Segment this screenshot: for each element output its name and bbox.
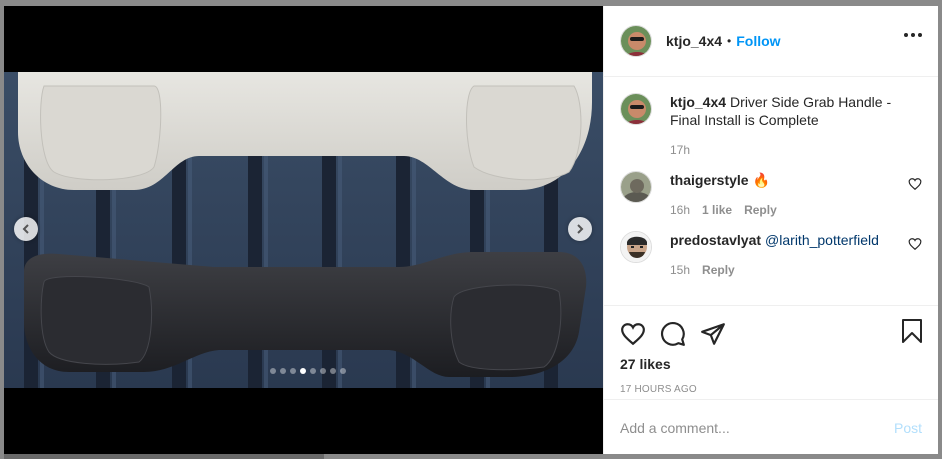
comment-item: predostavlyat @larith_potterfield 15h Rep… <box>620 231 922 277</box>
comment-username[interactable]: thaigerstyle <box>670 172 749 188</box>
like-count[interactable]: 27 likes <box>620 356 922 372</box>
commenter-avatar[interactable] <box>620 231 652 263</box>
share-icon[interactable] <box>700 321 726 347</box>
reply-button[interactable]: Reply <box>744 203 777 217</box>
comments-list[interactable]: ktjo_4x4 Driver Side Grab Handle - Final … <box>604 77 938 305</box>
carousel-dot <box>310 368 316 374</box>
follow-button[interactable]: Follow <box>736 33 780 49</box>
caption-time[interactable]: 17h <box>670 143 690 157</box>
carousel-dot <box>300 368 306 374</box>
post-photo <box>4 72 603 388</box>
caption-item: ktjo_4x4 Driver Side Grab Handle - Final … <box>620 93 922 157</box>
caption-username[interactable]: ktjo_4x4 <box>670 94 726 110</box>
carousel-dot <box>270 368 276 374</box>
comment-time[interactable]: 16h <box>670 203 690 217</box>
previous-slide-button[interactable] <box>14 217 38 241</box>
next-slide-button[interactable] <box>568 217 592 241</box>
comment-username[interactable]: predostavlyat <box>670 232 761 248</box>
carousel-dot <box>320 368 326 374</box>
reply-button[interactable]: Reply <box>702 263 735 277</box>
header-separator: • <box>727 34 732 48</box>
carousel-indicator <box>270 368 346 374</box>
comment-item: thaigerstyle 🔥 16h 1 like Reply <box>620 171 922 217</box>
like-comment-heart-icon[interactable] <box>908 177 922 191</box>
author-avatar[interactable] <box>620 25 652 57</box>
comment-like-count[interactable]: 1 like <box>702 203 732 217</box>
save-bookmark-icon[interactable] <box>900 318 924 344</box>
comment-bubble-icon[interactable] <box>660 321 686 347</box>
caption-avatar[interactable] <box>620 93 652 125</box>
commenter-avatar[interactable] <box>620 171 652 203</box>
comment-input[interactable] <box>620 419 894 436</box>
comment-text: 🔥 <box>752 172 771 188</box>
more-options-icon[interactable] <box>904 33 922 37</box>
carousel-dot <box>340 368 346 374</box>
like-comment-heart-icon[interactable] <box>908 237 922 251</box>
chevron-left-icon <box>22 224 29 234</box>
author-username[interactable]: ktjo_4x4 <box>666 33 722 49</box>
carousel-dot <box>290 368 296 374</box>
carousel-dot <box>330 368 336 374</box>
post-timestamp[interactable]: 17 HOURS AGO <box>620 384 922 395</box>
post-side-panel: ktjo_4x4 • Follow ktjo_4x4 Driver Side Gr… <box>603 6 938 454</box>
post-comment-button[interactable]: Post <box>894 420 922 436</box>
comment-mention-link[interactable]: @larith_potterfield <box>765 232 879 248</box>
bottom-edge-strip <box>4 454 324 459</box>
carousel-dot <box>280 368 286 374</box>
like-heart-icon[interactable] <box>620 321 646 347</box>
post-media[interactable] <box>4 6 603 454</box>
post-header: ktjo_4x4 • Follow <box>604 6 938 77</box>
chevron-right-icon <box>577 224 584 234</box>
add-comment-bar: Post <box>604 399 938 455</box>
post-actions: 27 likes 17 HOURS AGO Post <box>604 305 938 455</box>
comment-time[interactable]: 15h <box>670 263 690 277</box>
